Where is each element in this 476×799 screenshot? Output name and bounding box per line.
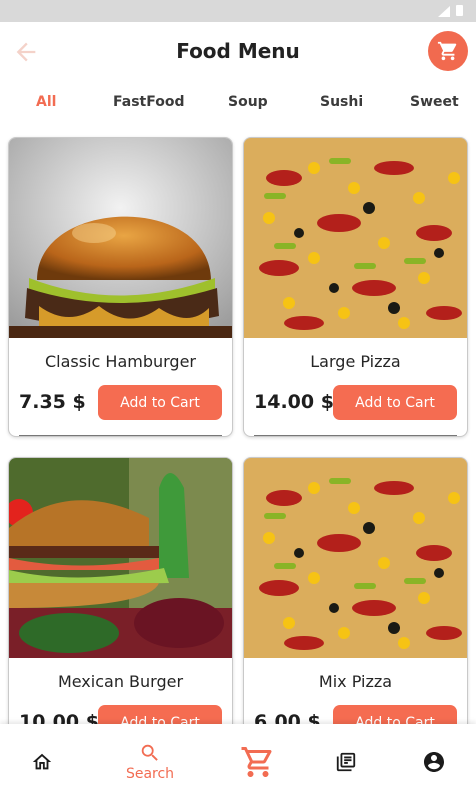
tab-all[interactable]: All (36, 94, 56, 110)
nav-home[interactable] (22, 724, 62, 799)
app-bar: Food Menu (0, 22, 476, 80)
product-name: Classic Hamburger (44, 352, 196, 371)
status-bar (0, 0, 476, 22)
library-books-icon (336, 752, 356, 771)
mexican-burger-photo (9, 458, 232, 658)
signal-icon (438, 6, 450, 17)
home-icon (32, 753, 52, 769)
search-icon (141, 744, 158, 761)
product-price: 14.00 $ (254, 391, 334, 413)
account-circle-icon (424, 751, 444, 772)
hamburger-photo (9, 138, 232, 338)
add-to-cart-button[interactable]: Add to Cart (98, 705, 222, 725)
nav-search[interactable]: Search (118, 724, 182, 799)
bottom-navigation: Search (0, 724, 476, 799)
product-card[interactable]: Large Pizza 14.00 $ Add to Cart (243, 137, 468, 437)
page-title: Food Menu (176, 39, 300, 63)
product-grid: Classic Hamburger 7.35 $ Add to Cart Lar… (0, 131, 476, 725)
product-card[interactable]: Classic Hamburger 7.35 $ Add to Cart (8, 137, 233, 437)
product-name: Mexican Burger (57, 672, 184, 691)
product-price: 10.00 $ (19, 711, 99, 725)
product-price: 6.00 $ (254, 711, 321, 725)
add-to-cart-button[interactable]: Add to Cart (333, 385, 457, 420)
product-name: Mix Pizza (318, 672, 393, 691)
pizza-photo (244, 458, 467, 658)
product-name: Large Pizza (310, 352, 401, 371)
add-to-cart-button[interactable]: Add to Cart (333, 705, 457, 725)
pizza-photo (244, 138, 467, 338)
nav-cart[interactable] (236, 724, 280, 799)
battery-icon (456, 5, 463, 16)
product-card[interactable]: Mexican Burger 10.00 $ Add to Cart (8, 457, 233, 725)
shopping-cart-icon (437, 41, 457, 61)
nav-search-label: Search (125, 765, 175, 782)
cart-button[interactable] (428, 31, 468, 71)
tab-soup[interactable]: Soup (228, 94, 268, 110)
nav-orders[interactable] (326, 724, 366, 799)
nav-account[interactable] (414, 724, 454, 799)
tab-sweet[interactable]: Sweet (410, 94, 459, 110)
product-price: 7.35 $ (19, 391, 86, 413)
tab-sushi[interactable]: Sushi (320, 94, 363, 110)
divider (254, 435, 457, 436)
product-card[interactable]: Mix Pizza 6.00 $ Add to Cart (243, 457, 468, 725)
category-tabs: All FastFood Soup Sushi Sweet (0, 86, 476, 120)
add-to-cart-button[interactable]: Add to Cart (98, 385, 222, 420)
tab-fastfood[interactable]: FastFood (113, 94, 184, 110)
shopping-cart-icon (241, 746, 272, 777)
divider (19, 435, 222, 436)
